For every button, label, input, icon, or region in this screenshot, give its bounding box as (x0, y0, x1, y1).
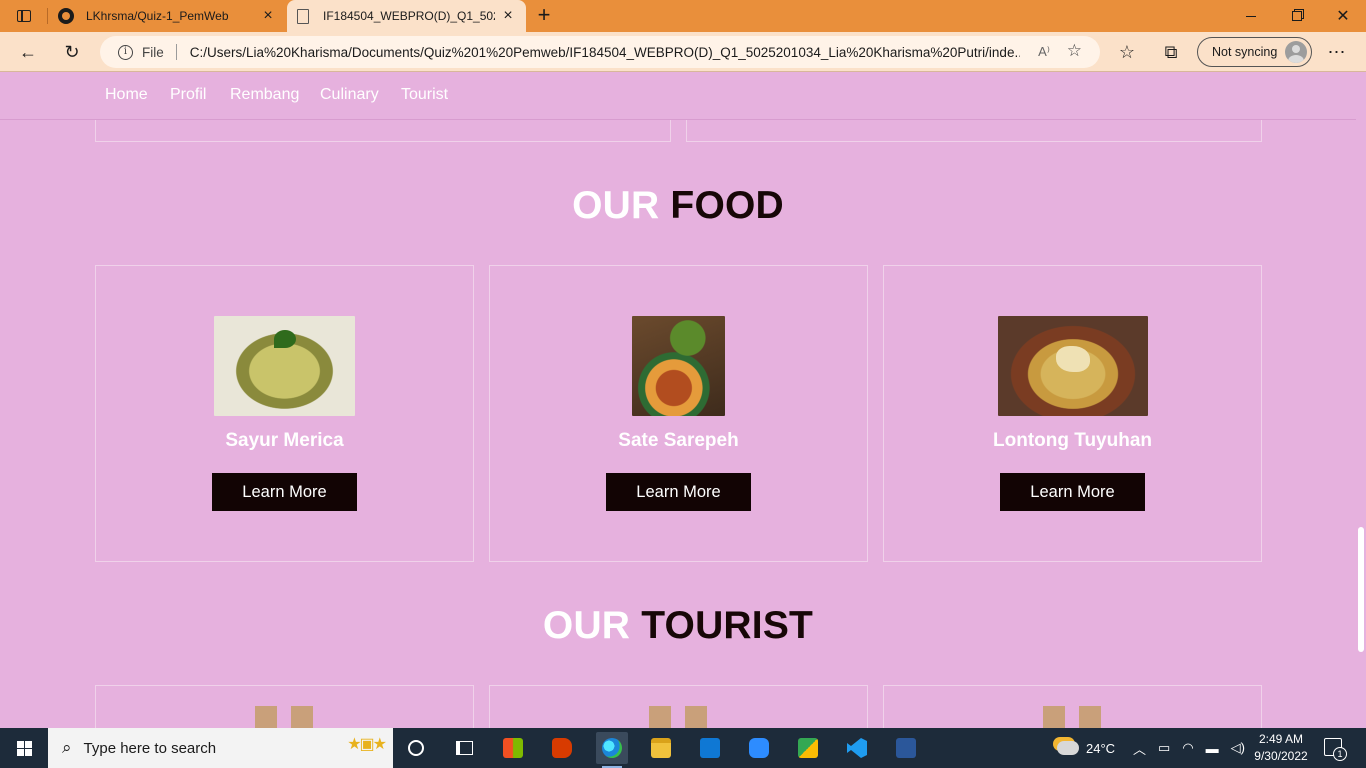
add-favorite-icon[interactable]: ☆ (1067, 41, 1082, 61)
tourist-image (291, 706, 313, 728)
address-separator (175, 44, 177, 60)
scheme-label: File (142, 44, 164, 60)
office-icon[interactable] (546, 732, 578, 764)
read-aloud-icon[interactable]: A⁾ (1038, 44, 1050, 60)
taskbar-search[interactable]: ⌕ Type here to search ★▣★ (48, 728, 393, 768)
windows-start-icon[interactable] (0, 728, 48, 768)
tab-separator (47, 8, 48, 24)
page-viewport: Home Profil Rembang Culinary Tourist OUR… (0, 72, 1366, 728)
food-card: Sayur Merica Learn More (95, 265, 474, 562)
tab-actions-icon[interactable] (10, 6, 38, 26)
zoom-icon[interactable] (743, 732, 775, 764)
page-scrollbar[interactable] (1356, 72, 1366, 728)
nav-link-home[interactable]: Home (105, 86, 148, 104)
learn-more-button[interactable]: Learn More (1000, 473, 1145, 511)
file-icon (297, 8, 309, 24)
nav-link-profil[interactable]: Profil (170, 86, 206, 104)
reload-icon[interactable]: ↻ (58, 38, 86, 66)
sync-status: Not syncing (1212, 45, 1278, 59)
tourist-image (649, 706, 671, 728)
notification-count: 1 (1333, 747, 1347, 761)
close-window-button[interactable]: ✕ (1320, 0, 1366, 32)
close-tab-icon[interactable]: × (260, 8, 276, 24)
title-dark-word: TOURIST (641, 604, 814, 647)
weather-cloud-icon (1057, 741, 1079, 755)
tourist-image (1043, 706, 1065, 728)
info-icon[interactable]: i (118, 44, 133, 60)
scrollbar-thumb[interactable] (1358, 527, 1364, 652)
browser-tab-strip: LKhrsma/Quiz-1_PemWeb × IF184504_WEBPRO(… (0, 0, 1366, 32)
tourist-card (883, 685, 1262, 728)
site-navbar: Home Profil Rembang Culinary Tourist (0, 72, 1356, 120)
food-image-sate-sarepeh (632, 316, 725, 416)
learn-more-button[interactable]: Learn More (212, 473, 357, 511)
google-meet-icon[interactable] (792, 732, 824, 764)
collections-icon[interactable]: ⧉ (1157, 38, 1185, 66)
new-tab-icon[interactable]: + (533, 4, 555, 26)
file-explorer-icon[interactable] (645, 732, 677, 764)
profile-sync-button[interactable]: Not syncing (1197, 37, 1312, 67)
food-image-lontong-tuyuhan (998, 316, 1148, 416)
weather-widget[interactable]: 24°C (1057, 728, 1115, 768)
avatar-icon (1285, 41, 1308, 63)
browser-toolbar: ← ↻ i File C:/Users/Lia%20Kharisma/Docum… (0, 32, 1366, 72)
chevron-up-icon[interactable]: ︿ (1133, 739, 1146, 758)
food-name: Sayur Merica (225, 430, 344, 451)
vscode-icon[interactable] (841, 732, 873, 764)
tourist-section-title: OUR TOURIST (0, 604, 1356, 648)
tourist-image (255, 706, 277, 728)
nav-link-tourist[interactable]: Tourist (401, 86, 448, 104)
microsoft-store-icon[interactable] (497, 732, 529, 764)
title-white-word: OUR (572, 184, 660, 227)
mail-icon[interactable] (694, 732, 726, 764)
search-placeholder: Type here to search (83, 739, 217, 757)
url-text[interactable]: C:/Users/Lia%20Kharisma/Documents/Quiz%2… (190, 45, 1020, 60)
title-white-word: OUR (542, 604, 631, 647)
restore-button[interactable] (1274, 0, 1320, 32)
more-menu-icon[interactable]: ⋯ (1323, 38, 1351, 66)
tourist-image (1079, 706, 1101, 728)
favorites-icon[interactable]: ☆ (1113, 38, 1141, 66)
system-tray: ︿ ▭ ◠ ▬ ◁) (1133, 728, 1245, 768)
title-dark-word: FOOD (670, 184, 784, 227)
clock-date: 9/30/2022 (1254, 749, 1308, 763)
tourist-card (489, 685, 868, 728)
minimize-button[interactable] (1228, 0, 1274, 32)
cortana-icon[interactable] (400, 732, 432, 764)
windows-taskbar: ⌕ Type here to search ★▣★ 24°C ︿ ▭ ◠ ▬ ◁… (0, 728, 1366, 768)
tab-label: IF184504_WEBPRO(D)_Q1_50252 (323, 9, 495, 23)
search-highlight-icon[interactable]: ★▣★ (347, 734, 387, 754)
battery-icon[interactable]: ▬ (1206, 741, 1219, 756)
food-card: Sate Sarepeh Learn More (489, 265, 868, 562)
volume-icon[interactable]: ◁) (1231, 740, 1245, 756)
weather-temperature: 24°C (1086, 740, 1116, 756)
clock-time: 2:49 AM (1258, 732, 1304, 746)
word-icon[interactable] (890, 732, 922, 764)
search-icon: ⌕ (62, 738, 72, 757)
meet-now-icon[interactable]: ▭ (1158, 740, 1170, 756)
food-name: Sate Sarepeh (618, 430, 739, 451)
wifi-icon[interactable]: ◠ (1182, 740, 1193, 756)
taskbar-clock[interactable]: 2:49 AM 9/30/2022 (1245, 731, 1317, 765)
tab-active-file[interactable]: IF184504_WEBPRO(D)_Q1_50252 × (287, 0, 526, 32)
food-card: Lontong Tuyuhan Learn More (883, 265, 1262, 562)
food-name: Lontong Tuyuhan (993, 430, 1152, 451)
github-icon (58, 8, 74, 24)
close-tab-icon[interactable]: × (500, 8, 516, 24)
nav-link-rembang[interactable]: Rembang (230, 86, 299, 104)
tourist-card (95, 685, 474, 728)
tourist-image (685, 706, 707, 728)
edge-icon[interactable] (596, 732, 628, 768)
tab-github[interactable]: LKhrsma/Quiz-1_PemWeb × (50, 0, 286, 32)
task-view-icon[interactable] (448, 732, 480, 764)
tab-label: LKhrsma/Quiz-1_PemWeb (86, 9, 229, 23)
learn-more-button[interactable]: Learn More (606, 473, 751, 511)
food-image-sayur-merica (214, 316, 355, 416)
nav-link-culinary[interactable]: Culinary (320, 86, 379, 104)
back-arrow-icon[interactable]: ← (14, 38, 42, 66)
address-bar[interactable]: i File C:/Users/Lia%20Kharisma/Documents… (100, 36, 1100, 68)
notification-center-icon[interactable]: 1 (1324, 738, 1347, 761)
food-section-title: OUR FOOD (0, 184, 1356, 228)
